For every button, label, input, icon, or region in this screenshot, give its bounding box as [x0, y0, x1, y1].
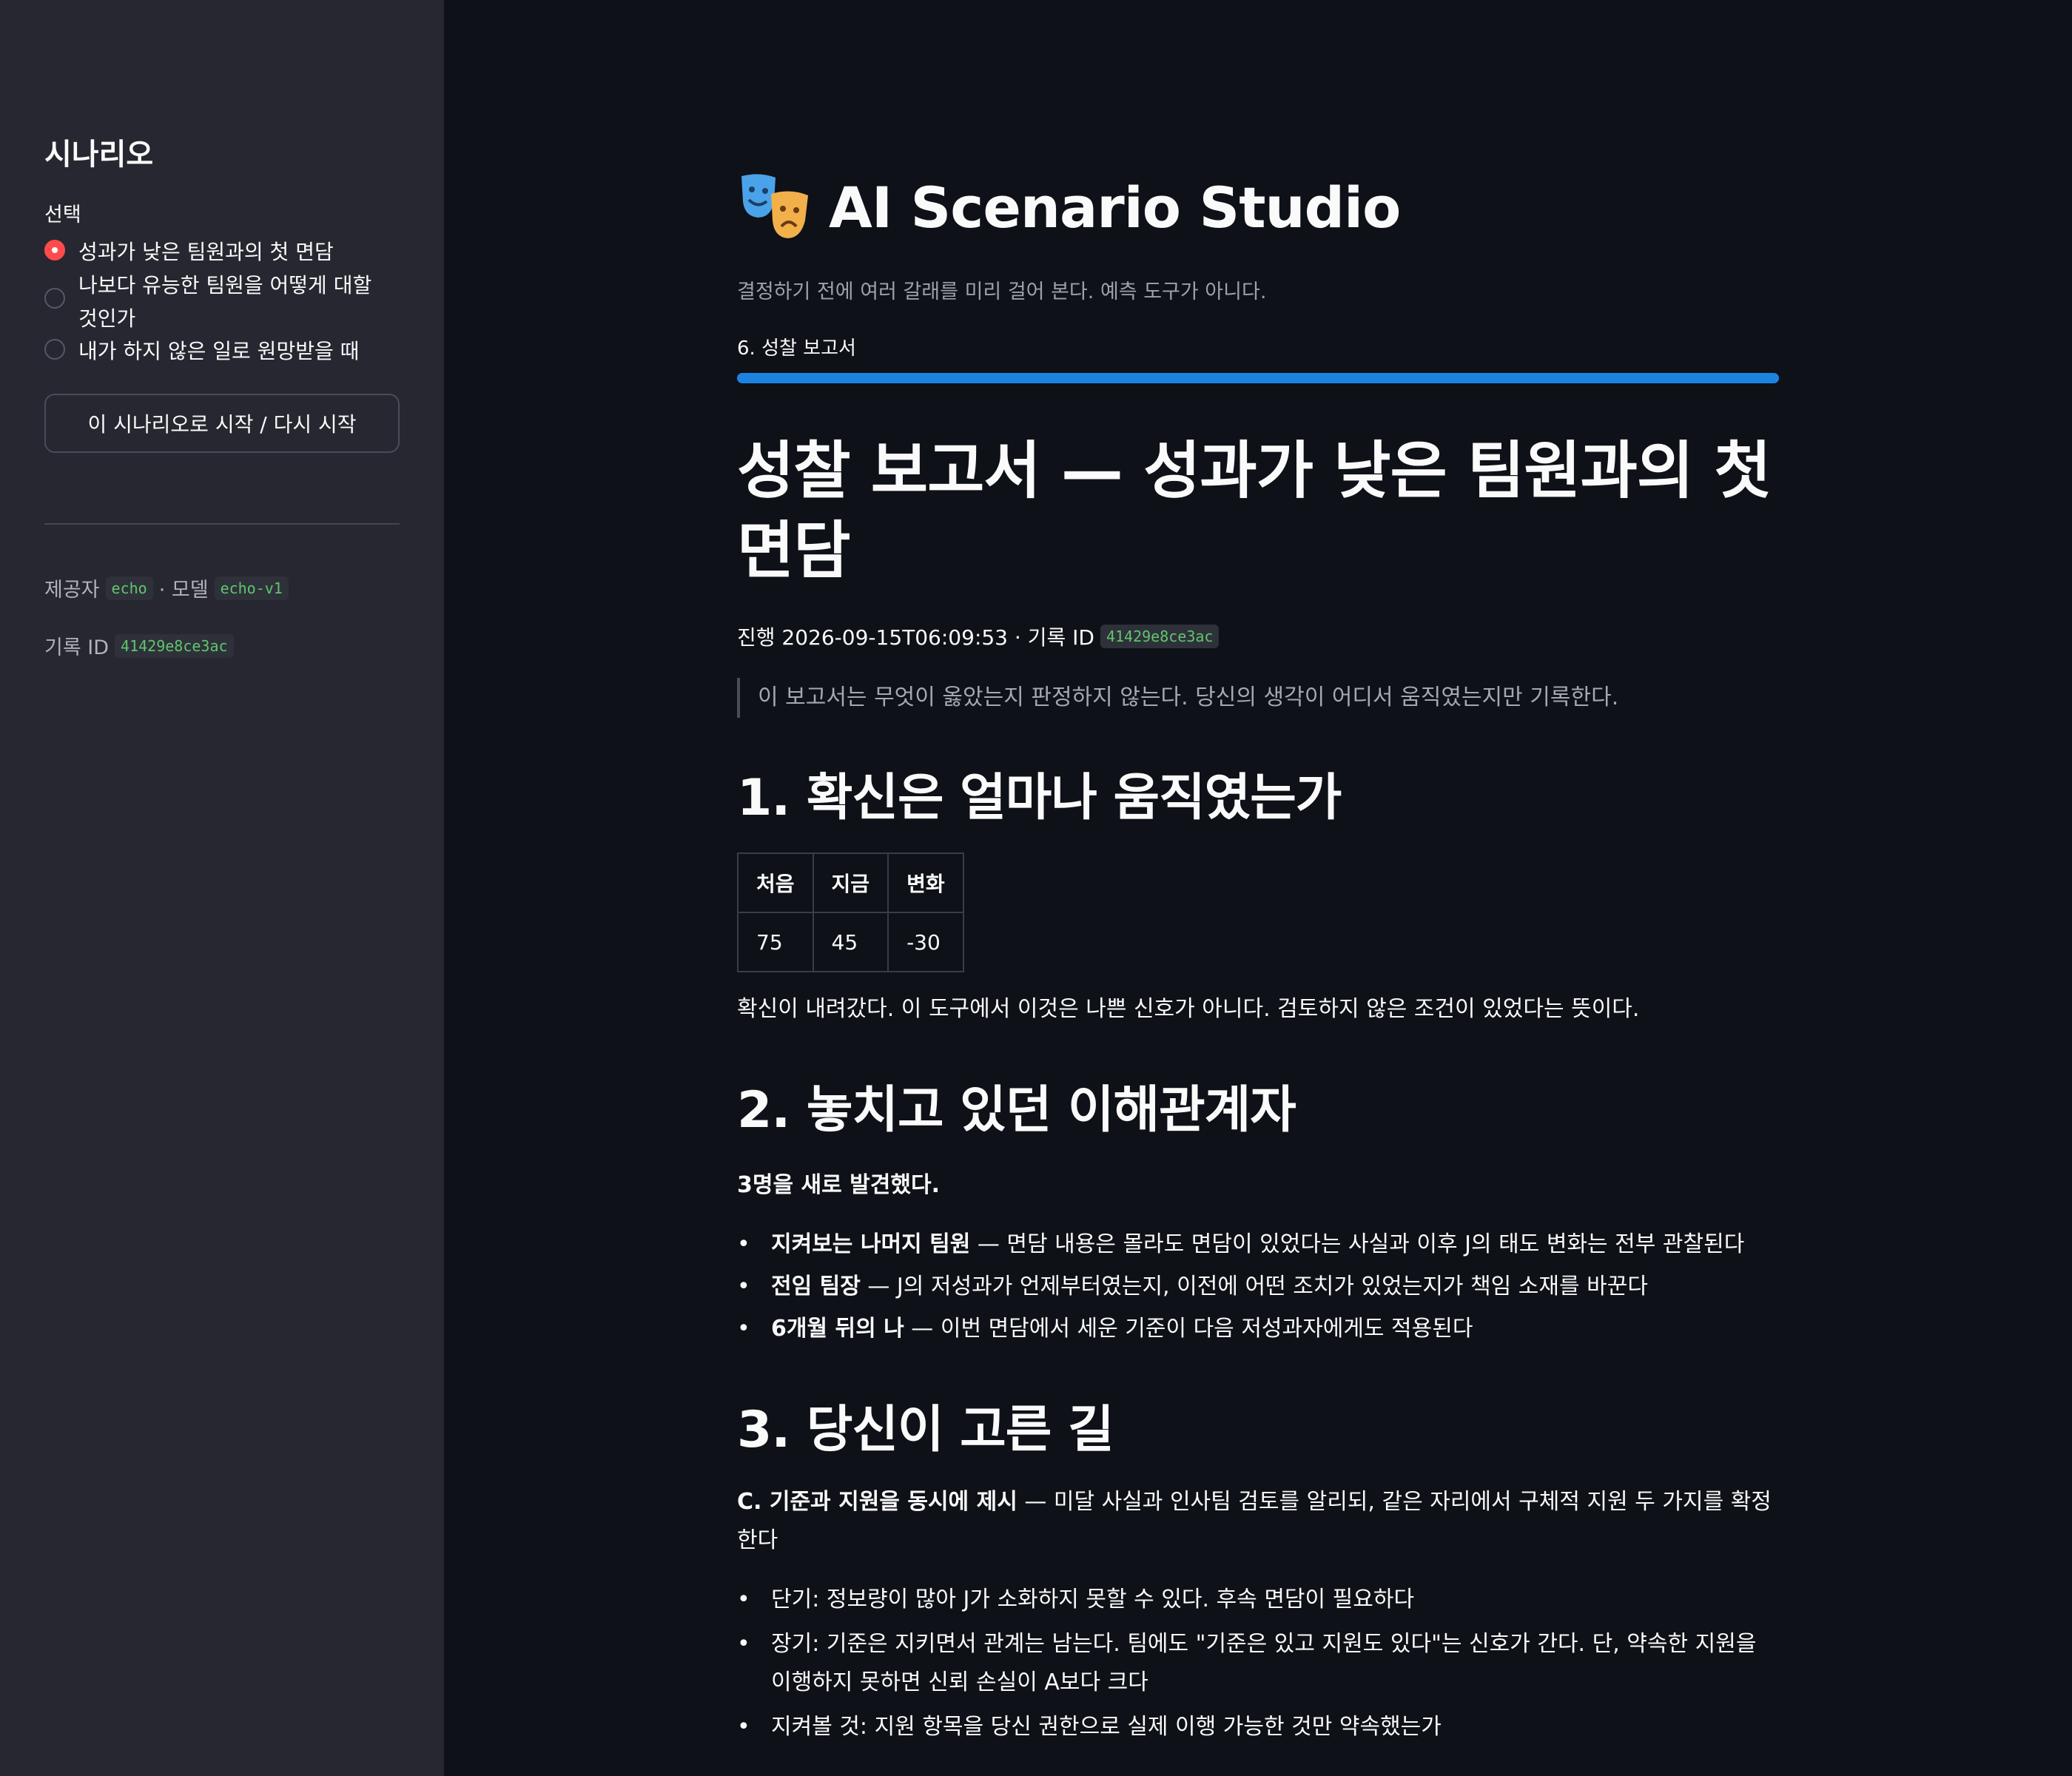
- provider-info: 제공자 echo · 모델 echo-v1: [44, 574, 295, 602]
- section-heading-choice: 3. 당신이 고른 길: [737, 1401, 1114, 1459]
- report-disclaimer: 이 보고서는 무엇이 옳았는지 판정하지 않는다. 당신의 생각이 어디서 움직…: [737, 678, 1618, 718]
- confidence-note: 확신이 내려갔다. 이 도구에서 이것은 나쁜 신호가 아니다. 검토하지 않은…: [737, 996, 1640, 1022]
- record-info: 기록 ID 41429e8ce3ac: [44, 631, 240, 660]
- stakeholder-text: — 면담 내용은 몰라도 면담이 있었다는 사실과 이후 J의 태도 변화는 전…: [970, 1231, 1745, 1257]
- stakeholder-text: — J의 저성과가 언제부터였는지, 이전에 어떤 조치가 있었는지가 책임 소…: [860, 1274, 1648, 1299]
- radio-unselected-icon[interactable]: [44, 288, 65, 309]
- provider-value: echo: [105, 576, 153, 600]
- table-cell: -30: [887, 912, 964, 972]
- report-title: 성찰 보고서 — 성과가 낮은 팀원과의 첫 면담: [737, 434, 1772, 587]
- progress-bar-fill: [737, 373, 1779, 383]
- stakeholder-text: — 이번 면담에서 세운 기준이 다음 저성과자에게도 적용된다: [904, 1316, 1473, 1342]
- app-title: AI Scenario Studio: [737, 172, 1401, 243]
- radio-selected-icon[interactable]: [44, 240, 65, 260]
- stakeholder-summary: 3명을 새로 발견했다.: [737, 1172, 940, 1198]
- scenario-option-label: 성과가 낮은 팀원과의 첫 면담: [78, 240, 334, 264]
- chosen-path-name: C. 기준과 지원을 동시에 제시: [737, 1489, 1018, 1515]
- scenario-option-1[interactable]: 성과가 낮은 팀원과의 첫 면담: [44, 235, 419, 269]
- run-info: 진행 2026-09-15T06:09:53 · 기록 ID 41429e8ce…: [737, 622, 1225, 651]
- app-caption: 결정하기 전에 여러 갈래를 미리 걸어 본다. 예측 도구가 아니다.: [737, 280, 1267, 303]
- provider-label: 제공자: [44, 579, 100, 602]
- table-header-row: 처음 지금 변화: [737, 852, 964, 913]
- record-label: 기록 ID: [44, 636, 110, 659]
- model-value: echo-v1: [214, 576, 289, 600]
- table-cell: 75: [737, 912, 814, 972]
- scenario-option-3[interactable]: 내가 하지 않은 일로 원망받을 때: [44, 334, 419, 368]
- start-scenario-button[interactable]: 이 시나리오로 시작 / 다시 시작: [44, 394, 400, 453]
- table-row: 75 45 -30: [737, 912, 964, 972]
- table-header: 변화: [887, 852, 964, 913]
- run-id: 41429e8ce3ac: [1100, 625, 1220, 648]
- list-item: 단기: 정보량이 많아 J가 소화하지 못할 수 있다. 후속 면담이 필요하다: [737, 1581, 1779, 1619]
- table-header: 지금: [812, 852, 889, 913]
- run-info-text: 진행 2026-09-15T06:09:53 · 기록 ID: [737, 625, 1094, 650]
- progress-step-label: 6. 성찰 보고서: [737, 337, 856, 360]
- scenario-option-label: 나보다 유능한 팀원을 어떻게 대할 것인가: [78, 273, 372, 331]
- list-item: 지켜보는 나머지 팀원 — 면담 내용은 몰라도 면담이 있었다는 사실과 이후…: [737, 1225, 1779, 1264]
- list-item: 지켜볼 것: 지원 항목을 당신 권한으로 실제 이행 가능한 것만 약속했는가: [737, 1708, 1779, 1746]
- list-item: 전임 팀장 — J의 저성과가 언제부터였는지, 이전에 어떤 조치가 있었는지…: [737, 1268, 1779, 1306]
- sidebar-divider: [44, 523, 400, 525]
- table-cell: 45: [812, 912, 889, 972]
- radio-unselected-icon[interactable]: [44, 339, 65, 360]
- scenario-select-label: 선택: [44, 204, 81, 226]
- section-heading-confidence: 1. 확신은 얼마나 움직였는가: [737, 769, 1342, 827]
- confidence-table: 처음 지금 변화 75 45 -30: [737, 852, 964, 972]
- scenario-option-label: 내가 하지 않은 일로 원망받을 때: [78, 339, 360, 363]
- record-value: 41429e8ce3ac: [115, 633, 234, 658]
- model-label: · 모델: [158, 579, 209, 602]
- stakeholder-list: 지켜보는 나머지 팀원 — 면담 내용은 몰라도 면담이 있었다는 사실과 이후…: [737, 1225, 1779, 1348]
- sidebar: 시나리오 선택 성과가 낮은 팀원과의 첫 면담 나보다 유능한 팀원을 어떻게…: [0, 0, 444, 1776]
- stakeholder-name: 6개월 뒤의 나: [771, 1316, 904, 1342]
- sidebar-title: 시나리오: [44, 138, 154, 172]
- stakeholder-name: 전임 팀장: [771, 1274, 861, 1299]
- app-title-text: AI Scenario Studio: [829, 174, 1401, 240]
- stakeholder-name: 지켜보는 나머지 팀원: [771, 1231, 971, 1257]
- list-item: 6개월 뒤의 나 — 이번 면담에서 세운 기준이 다음 저성과자에게도 적용된…: [737, 1310, 1779, 1348]
- consequence-list: 단기: 정보량이 많아 J가 소화하지 못할 수 있다. 후속 면담이 필요하다…: [737, 1581, 1779, 1746]
- table-header: 처음: [737, 852, 814, 913]
- progress-bar: [737, 373, 1779, 383]
- chosen-path: C. 기준과 지원을 동시에 제시 — 미달 사실과 인사팀 검토를 알리되, …: [737, 1483, 1779, 1560]
- section-heading-stakeholders: 2. 놓치고 있던 이해관계자: [737, 1081, 1296, 1140]
- performing-arts-masks-icon: [741, 174, 808, 238]
- list-item: 장기: 기준은 지키면서 관계는 남는다. 팀에도 "기준은 있고 지원도 있다…: [737, 1625, 1779, 1702]
- scenario-option-2[interactable]: 나보다 유능한 팀원을 어떻게 대할 것인가: [44, 269, 397, 335]
